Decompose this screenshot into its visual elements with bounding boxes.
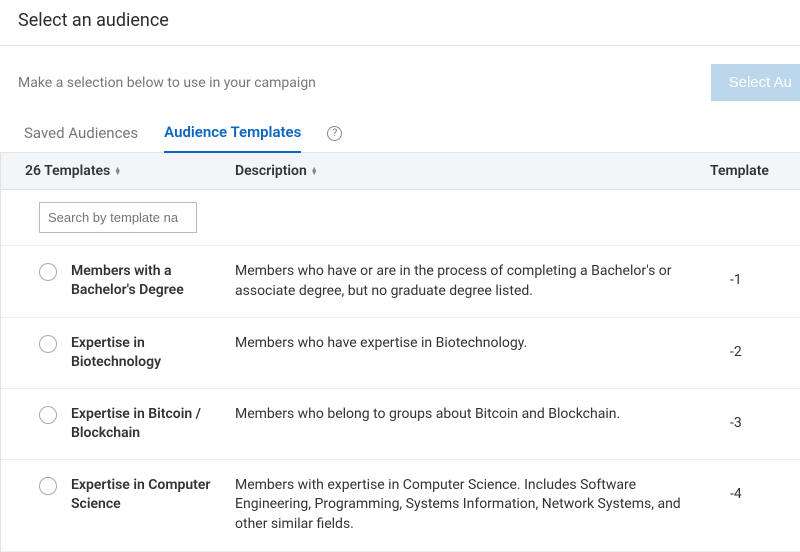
templates-count-label: 26 Templates: [25, 163, 110, 179]
table-row: Members with a Bachelor's Degree Members…: [1, 246, 800, 318]
search-input[interactable]: [39, 202, 197, 233]
template-name: Expertise in Computer Science: [71, 476, 235, 514]
select-audience-button[interactable]: Select Au: [711, 64, 800, 101]
tab-saved-audiences[interactable]: Saved Audiences: [24, 124, 138, 152]
table-header-row: 26 Templates ▲▼ Description ▲▼ Template: [1, 153, 800, 190]
instruction-text: Make a selection below to use in your ca…: [18, 75, 316, 91]
template-size: -2: [730, 334, 800, 360]
help-icon[interactable]: ?: [327, 126, 342, 141]
template-name: Expertise in Bitcoin / Blockchain: [71, 405, 235, 443]
column-header-description[interactable]: Description ▲▼: [235, 163, 710, 179]
column-header-templates[interactable]: 26 Templates ▲▼: [25, 163, 235, 179]
template-size: -1: [730, 262, 800, 288]
table-row: Expertise in Bitcoin / Blockchain Member…: [1, 389, 800, 460]
radio-button[interactable]: [39, 477, 57, 495]
template-description: Members who have or are in the process o…: [235, 262, 730, 301]
page-title: Select an audience: [18, 10, 782, 31]
template-description: Members who have expertise in Biotechnol…: [235, 334, 730, 354]
tab-audience-templates[interactable]: Audience Templates: [164, 123, 301, 153]
template-size: -3: [730, 405, 800, 431]
description-label: Description: [235, 163, 307, 179]
table-row: Expertise in Biotechnology Members who h…: [1, 318, 800, 389]
sort-icon: ▲▼: [311, 167, 318, 175]
radio-button[interactable]: [39, 263, 57, 281]
sort-icon: ▲▼: [114, 167, 121, 175]
radio-button[interactable]: [39, 406, 57, 424]
table-row: Expertise in Computer Science Members wi…: [1, 460, 800, 552]
template-name: Members with a Bachelor's Degree: [71, 262, 235, 300]
radio-button[interactable]: [39, 335, 57, 353]
template-description: Members who belong to groups about Bitco…: [235, 405, 730, 425]
template-name: Expertise in Biotechnology: [71, 334, 235, 372]
search-row: [1, 190, 800, 246]
template-size: -4: [730, 476, 800, 502]
template-description: Members with expertise in Computer Scien…: [235, 476, 730, 535]
column-header-template-size[interactable]: Template: [710, 163, 800, 179]
